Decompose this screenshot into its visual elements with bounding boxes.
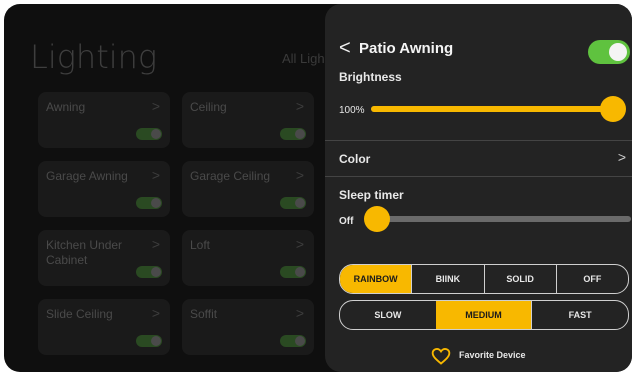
brightness-fill (371, 106, 613, 112)
device-toggle[interactable] (136, 266, 162, 278)
sleep-timer-slider[interactable] (377, 216, 631, 222)
sleep-timer-slider-handle[interactable] (364, 206, 390, 232)
divider (325, 140, 632, 141)
device-card-soffit[interactable]: Soffit > (182, 299, 314, 355)
speed-fast-button[interactable]: FAST (531, 301, 628, 329)
brightness-slider-handle[interactable] (600, 96, 626, 122)
color-label[interactable]: Color (339, 152, 370, 166)
chevron-right-icon: > (295, 98, 304, 114)
device-label: Garage Awning (46, 169, 128, 183)
device-title: Patio Awning (359, 40, 454, 57)
speed-medium-button[interactable]: MEDIUM (435, 301, 532, 329)
divider (325, 176, 632, 177)
device-toggle[interactable] (136, 197, 162, 209)
chevron-right-icon: > (295, 167, 304, 183)
device-card-kitchen-under-cabinet[interactable]: Kitchen Under Cabinet > (38, 230, 170, 286)
brightness-label: Brightness (339, 70, 402, 84)
device-label: Loft (190, 238, 211, 252)
device-detail-panel: < Patio Awning Brightness 100% Color > S… (325, 4, 632, 372)
device-toggle[interactable] (280, 197, 306, 209)
device-label: Ceiling (190, 100, 227, 114)
chevron-right-icon: > (151, 305, 160, 321)
device-label: Kitchen Under Cabinet (46, 238, 123, 267)
device-label: Garage Ceiling (190, 169, 271, 183)
sleep-timer-value: Off (339, 216, 354, 227)
device-card-awning[interactable]: Awning > (38, 92, 170, 148)
chevron-right-icon: > (151, 236, 160, 252)
heart-icon[interactable] (431, 346, 451, 366)
device-toggle[interactable] (136, 128, 162, 140)
favorite-device-label[interactable]: Favorite Device (459, 350, 526, 360)
filter-label[interactable]: All Ligh (282, 51, 325, 66)
device-toggle[interactable] (280, 266, 306, 278)
chevron-right-icon: > (295, 236, 304, 252)
mode-off-button[interactable]: OFF (555, 265, 628, 293)
mode-solid-button[interactable]: SOLID (483, 265, 556, 293)
power-toggle[interactable] (588, 40, 630, 64)
back-chevron-icon[interactable]: < (339, 37, 351, 60)
speed-selector: SLOW MEDIUM FAST (339, 300, 629, 330)
chevron-right-icon[interactable]: > (618, 149, 626, 165)
device-label: Awning (46, 100, 86, 114)
mode-selector: RAINBOW BlINK SOLID OFF (339, 264, 629, 294)
device-card-loft[interactable]: Loft > (182, 230, 314, 286)
device-card-slide-ceiling[interactable]: Slide Ceiling > (38, 299, 170, 355)
device-label: Slide Ceiling (46, 307, 113, 321)
device-card-ceiling[interactable]: Ceiling > (182, 92, 314, 148)
brightness-slider[interactable] (371, 106, 613, 112)
device-toggle[interactable] (280, 335, 306, 347)
page-title: Lighting (30, 38, 158, 76)
device-screen: Lighting All Ligh Awning > Ceiling > Gar… (4, 4, 632, 372)
mode-rainbow-button[interactable]: RAINBOW (340, 265, 412, 293)
device-label: Soffit (190, 307, 218, 321)
sleep-timer-label: Sleep timer (339, 188, 404, 202)
device-card-garage-ceiling[interactable]: Garage Ceiling > (182, 161, 314, 217)
device-card-garage-awning[interactable]: Garage Awning > (38, 161, 170, 217)
speed-slow-button[interactable]: SLOW (340, 301, 436, 329)
mode-blink-button[interactable]: BlINK (411, 265, 483, 293)
chevron-right-icon: > (151, 167, 160, 183)
brightness-value: 100% (339, 105, 365, 116)
device-toggle[interactable] (280, 128, 306, 140)
chevron-right-icon: > (151, 98, 160, 114)
device-toggle[interactable] (136, 335, 162, 347)
chevron-right-icon: > (295, 305, 304, 321)
